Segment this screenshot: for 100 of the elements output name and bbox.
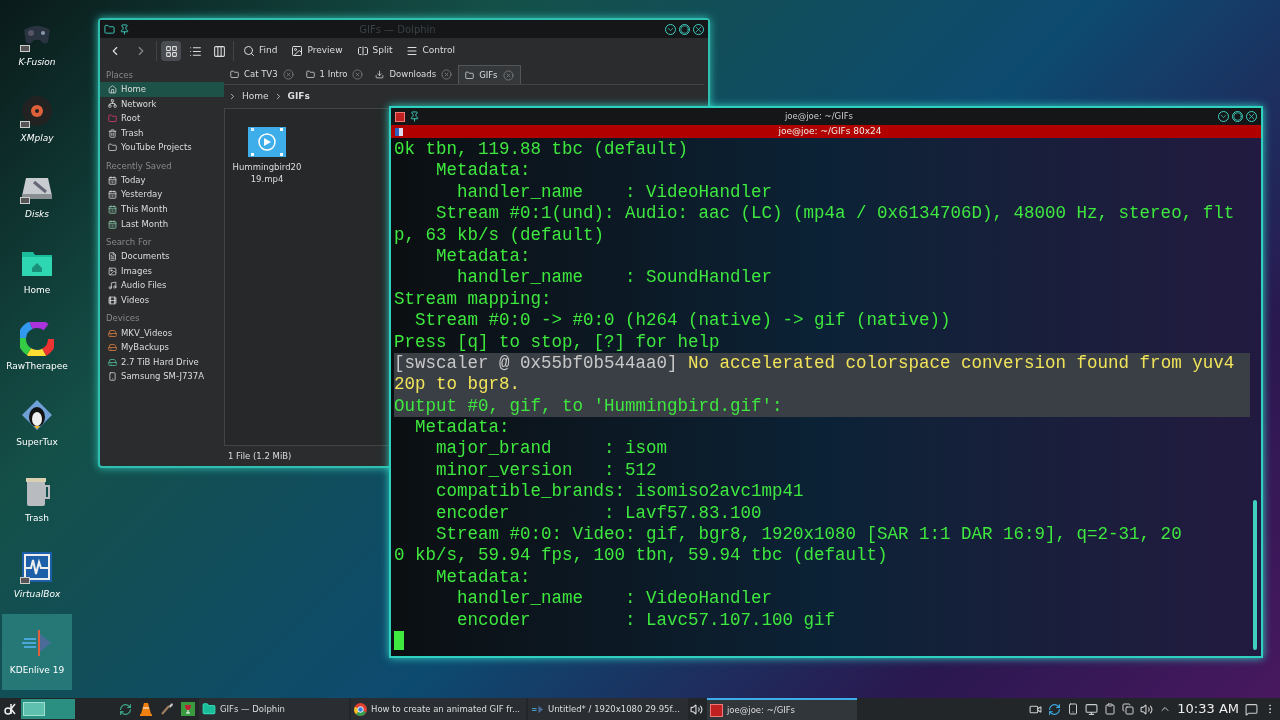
film-icon: [108, 295, 117, 305]
desktop-icon[interactable]: K-Fusion: [2, 6, 72, 82]
home-icon: [108, 84, 117, 94]
terminal-line: compatible_brands: isomiso2avc1mp41: [435, 481, 805, 503]
folder-icon: [230, 70, 239, 79]
trash-icon: [108, 128, 117, 138]
toolbar-button[interactable]: Find: [238, 41, 283, 61]
columns-view-icon: [212, 44, 226, 58]
desktop-icon[interactable]: XMplay: [2, 82, 72, 158]
desktop-icon[interactable]: SuperTux: [2, 386, 72, 462]
calendar-icon: [108, 219, 117, 229]
pin-icon[interactable]: [119, 23, 130, 35]
traffic-cone-icon[interactable]: [139, 702, 153, 716]
places-item[interactable]: Trash: [100, 125, 224, 141]
windows-icon[interactable]: [1122, 703, 1135, 715]
terminal-tab[interactable]: joe@joe: ~/GIFs 80x24: [403, 124, 1257, 139]
toolbar-button[interactable]: Split: [351, 41, 398, 61]
places-item[interactable]: Documents: [100, 249, 224, 264]
desktop-icon[interactable]: VirtualBox: [2, 538, 72, 614]
terminal-line: Metadata:: [435, 160, 532, 182]
toolbar-button[interactable]: Control: [401, 41, 460, 61]
desktop-icon[interactable]: RawTherapee: [2, 310, 72, 386]
monitor-icon[interactable]: [1085, 702, 1099, 716]
sync-icon[interactable]: [1048, 702, 1062, 716]
vinyl-disc-icon: [20, 94, 54, 129]
wine-glass-icon[interactable]: [181, 702, 195, 716]
breadcrumb-item[interactable]: GIFs: [287, 89, 310, 104]
phone-icon[interactable]: [1067, 703, 1080, 715]
places-item[interactable]: 2.7 TiB Hard Drive: [100, 354, 224, 370]
desktop-icon[interactable]: Home: [2, 234, 72, 310]
places-item[interactable]: Samsung SM-J737A: [100, 369, 224, 385]
terminal-line: Stream #0:0 -> #0:0 (h264 (native) -> gif (native)): [414, 310, 952, 332]
section-heading: Search For: [105, 235, 153, 249]
maximize-icon[interactable]: [1232, 111, 1243, 122]
file-item[interactable]: Hummingbird2019.mp4: [228, 113, 306, 185]
calendar-icon: [108, 175, 117, 185]
terminal-line: p, 63 kb/s (default): [394, 224, 606, 246]
video-file-icon: [248, 127, 286, 157]
places-item[interactable]: MKV_Videos: [100, 325, 224, 341]
speaker-icon[interactable]: [1140, 702, 1154, 716]
document-icon: [108, 252, 117, 262]
browser-icon: [354, 702, 367, 716]
image-icon: [291, 45, 304, 57]
places-item[interactable]: MyBackups: [100, 340, 224, 355]
maximize-icon[interactable]: [679, 23, 690, 35]
music-note-icon: [108, 281, 117, 291]
view-mode-button[interactable]: [161, 41, 181, 61]
penguin-icon: [20, 398, 54, 433]
places-item[interactable]: This Month: [100, 202, 224, 217]
network-icon: [108, 99, 117, 109]
notes-icon[interactable]: [1245, 702, 1258, 716]
task-button[interactable]: GIFs — Dolphin: [199, 698, 349, 720]
folder-icon: [305, 70, 315, 79]
waveform-monitor-icon: [20, 550, 54, 585]
tab[interactable]: Downloads: [369, 65, 459, 84]
places-item[interactable]: Today: [100, 172, 224, 188]
places-item[interactable]: Home: [100, 82, 224, 97]
brush-icon[interactable]: [160, 702, 174, 716]
text-cursor: [394, 631, 404, 650]
desktop-icon[interactable]: Disks: [2, 158, 72, 234]
link-emblem-icon: [20, 577, 30, 585]
places-item[interactable]: Videos: [100, 293, 224, 308]
places-item[interactable]: Yesterday: [100, 187, 224, 203]
close-tab-icon[interactable]: [352, 69, 364, 80]
places-item[interactable]: Network: [100, 96, 224, 112]
breadcrumb-item[interactable]: Home: [242, 89, 269, 104]
desktop-icon[interactable]: Trash: [2, 462, 72, 538]
task-button[interactable]: How to create an animated GIF fr...: [351, 698, 526, 720]
terminal-line: Metadata:: [435, 245, 532, 268]
toolbar-button[interactable]: Preview: [286, 41, 348, 61]
link-emblem-icon: [20, 45, 30, 53]
tab[interactable]: Cat TV3: [224, 65, 300, 84]
tab[interactable]: 1 Intro: [299, 65, 370, 84]
desktop-icon[interactable]: KDEnlive 19: [2, 614, 72, 690]
terminal-line: handler_name : VideoHandler: [456, 181, 774, 204]
task-button[interactable]: Untitled* / 1920x1080 29.95f...: [528, 698, 688, 720]
phone-icon: [108, 372, 117, 382]
pin-icon[interactable]: [409, 111, 420, 122]
clock[interactable]: 10:33 AM: [1177, 699, 1239, 719]
tab[interactable]: GIFs: [458, 65, 521, 84]
clipboard-icon[interactable]: [1104, 703, 1117, 715]
places-item[interactable]: Last Month: [100, 216, 224, 232]
task-button[interactable]: joe@joe: ~/GIFs: [707, 698, 857, 720]
places-item[interactable]: YouTube Projects: [100, 140, 224, 155]
speaker-icon[interactable]: [690, 702, 703, 716]
close-tab-icon[interactable]: [441, 69, 453, 80]
refresh-icon[interactable]: [119, 702, 132, 716]
places-item[interactable]: Root: [100, 111, 224, 126]
terminal-line: 0 kb/s, 59.94 fps, 100 tbn, 59.94 tbc (default): [394, 545, 889, 567]
places-item[interactable]: Audio Files: [100, 278, 224, 294]
terminal-line: Press [q] to stop, [?] for help: [394, 331, 721, 353]
folder-icon: [104, 23, 115, 35]
close-tab-icon[interactable]: [502, 69, 514, 81]
drive-icon: [108, 343, 117, 353]
list-view-icon: [188, 44, 202, 58]
terminal-line: Stream #0:1(und): Audio: aac (LC) (mp4a / 0x6134706D), 48000 Hz, stereo, flt: [435, 203, 1236, 225]
places-item[interactable]: Images: [100, 263, 224, 279]
kde-logo-icon[interactable]: [3, 702, 17, 716]
close-icon[interactable]: [1246, 111, 1257, 122]
close-tab-icon[interactable]: [282, 69, 294, 80]
